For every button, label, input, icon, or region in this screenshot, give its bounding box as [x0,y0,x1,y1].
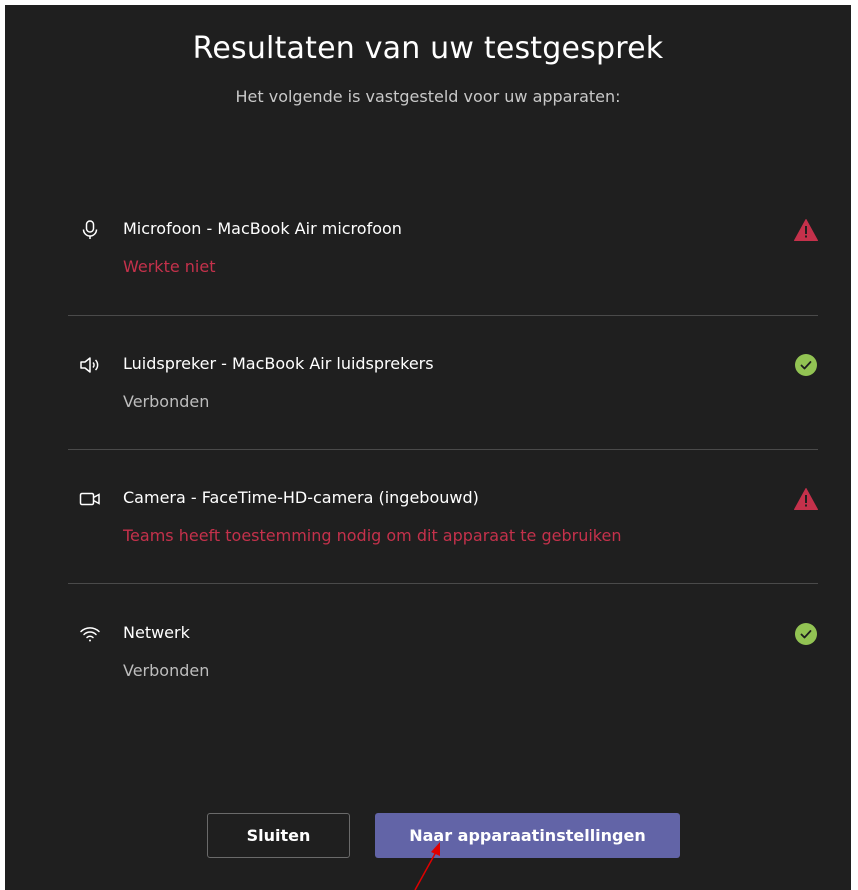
divider [68,449,818,450]
divider [68,583,818,584]
device-status: Teams heeft toestemming nodig om dit app… [123,526,622,545]
test-call-results-dialog: Resultaten van uw testgesprek Het volgen… [5,5,851,890]
speaker-icon [78,353,102,377]
dialog-title: Resultaten van uw testgesprek [192,31,664,66]
dialog-subtitle: Het volgende is vastgesteld voor uw appa… [235,87,621,106]
device-status: Werkte niet [123,257,216,276]
device-row-camera: Camera - FaceTime-HD-camera (ingebouwd) … [68,487,818,607]
device-name: Camera - FaceTime-HD-camera (ingebouwd) [123,488,479,507]
device-status: Verbonden [123,392,210,411]
warning-icon [794,487,818,511]
device-name: Microfoon - MacBook Air microfoon [123,219,402,238]
device-row-network: Netwerk Verbonden [68,622,818,742]
device-row-speaker: Luidspreker - MacBook Air luidsprekers V… [68,353,818,473]
check-icon [794,622,818,646]
device-name: Netwerk [123,623,190,642]
microphone-icon [78,218,102,242]
device-settings-button[interactable]: Naar apparaatinstellingen [375,813,680,858]
device-status: Verbonden [123,661,210,680]
camera-icon [78,487,102,511]
device-name: Luidspreker - MacBook Air luidsprekers [123,354,434,373]
close-button[interactable]: Sluiten [207,813,350,858]
warning-icon [794,218,818,242]
divider [68,315,818,316]
wifi-icon [78,622,102,646]
device-row-microphone: Microfoon - MacBook Air microfoon Werkte… [68,218,818,338]
check-icon [794,353,818,377]
